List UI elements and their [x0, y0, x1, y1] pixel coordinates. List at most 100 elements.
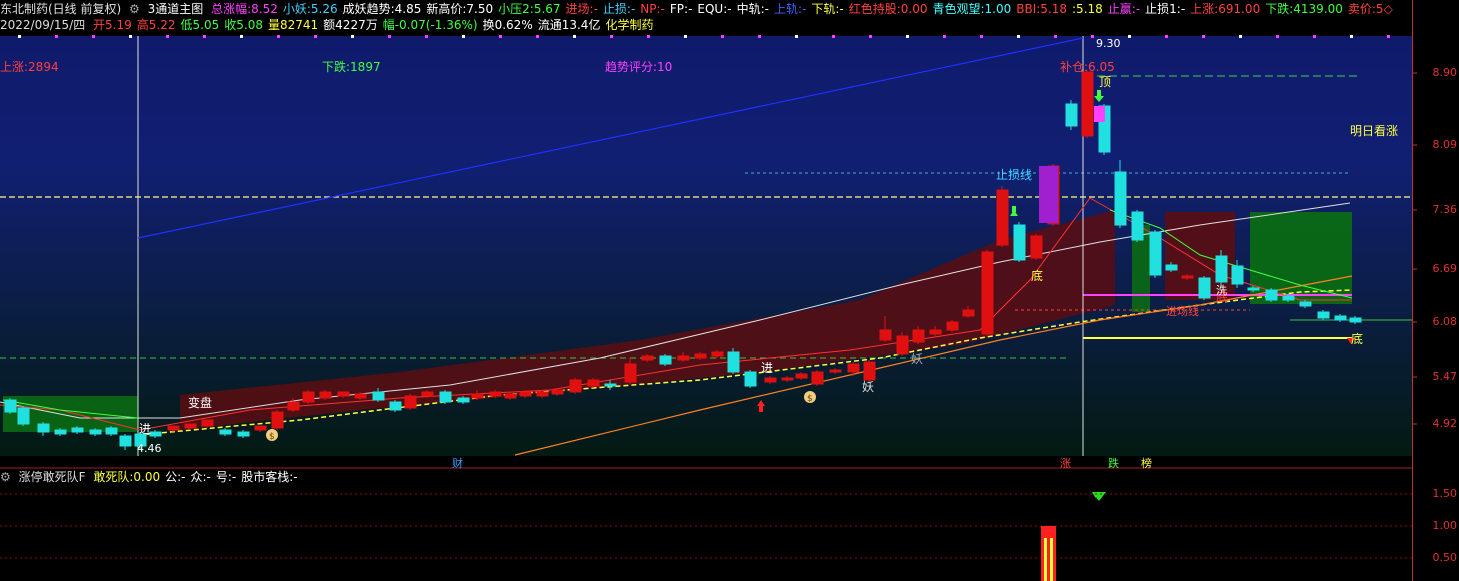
- candle-body: [694, 353, 707, 359]
- candle-body: [929, 329, 942, 335]
- highlight-bar: [1094, 106, 1105, 122]
- candle-body: [1334, 315, 1347, 321]
- candle-body: [879, 329, 892, 341]
- marker-dot: [832, 35, 835, 38]
- candle-body: [744, 371, 757, 387]
- bottom-label: 底: [1031, 269, 1044, 283]
- enter-label: 进: [139, 422, 152, 436]
- change-label: 变盘: [188, 396, 213, 410]
- candle-body: [1299, 301, 1312, 307]
- candle-body: [37, 423, 50, 433]
- candle-body: [604, 383, 617, 387]
- candle-body: [1114, 171, 1127, 226]
- candle-body: [1149, 231, 1162, 276]
- candle-body: [1181, 275, 1194, 279]
- marker-dot: [1387, 35, 1390, 38]
- candle-body: [1165, 264, 1178, 271]
- monster-label: 妖: [911, 352, 924, 366]
- marker-dot: [721, 35, 724, 38]
- candle-body: [302, 391, 315, 403]
- down-arrow-icon: [1012, 206, 1016, 212]
- marker-dot: [869, 35, 872, 38]
- marker-dot: [758, 35, 761, 38]
- marker-dot: [1091, 35, 1094, 38]
- marker-dot: [1017, 35, 1020, 38]
- candle-body: [1198, 277, 1211, 299]
- candle-body: [319, 391, 332, 399]
- enter-label: 进: [761, 361, 774, 375]
- marker-dot: [795, 35, 798, 38]
- marker-dot: [55, 35, 58, 38]
- down-arrow-icon: [1094, 96, 1104, 102]
- next-day-label: 明日看涨: [1350, 124, 1399, 138]
- marker-dot: [536, 35, 539, 38]
- candle-body: [587, 379, 600, 387]
- candle-body: [71, 427, 84, 433]
- candle-body: [457, 397, 470, 403]
- down-count-label: 下跌:1897: [322, 60, 381, 74]
- marker-dot: [573, 35, 576, 38]
- marker-dot: [240, 35, 243, 38]
- top-label: 顶: [1099, 75, 1112, 89]
- candle-body: [1247, 287, 1260, 291]
- candle-body: [677, 355, 690, 361]
- marker-dot: [943, 35, 946, 38]
- marker-dot: [351, 35, 354, 38]
- candle-body: [421, 391, 434, 397]
- candle-body: [89, 429, 102, 435]
- candle-body: [354, 393, 367, 399]
- candle-body: [1030, 235, 1043, 259]
- candle-body: [372, 391, 385, 401]
- money-bag-icon: $: [807, 394, 813, 404]
- stop-line-label: 止损线: [996, 168, 1033, 182]
- marker-dot: [388, 35, 391, 38]
- bottom-label: 底: [1351, 332, 1364, 346]
- candle-body: [504, 393, 517, 399]
- candle-body: [201, 419, 214, 427]
- marker-dot: [277, 35, 280, 38]
- candle-body: [105, 427, 118, 435]
- candle-body: [551, 389, 564, 395]
- candle-body: [184, 423, 197, 429]
- highlight-bar: [1039, 166, 1058, 223]
- candle-body: [727, 351, 740, 373]
- candle-body: [1065, 103, 1078, 127]
- date-mark-rise[interactable]: 涨: [1060, 455, 1071, 471]
- low-price-mark: 4.46: [137, 442, 162, 455]
- candle-body: [489, 391, 502, 397]
- candle-body: [641, 355, 654, 361]
- signal-bar: [1044, 538, 1047, 581]
- candle-body: [287, 401, 300, 411]
- date-mark-finance[interactable]: 财: [452, 455, 463, 471]
- candle-body: [829, 369, 842, 373]
- candle-body: [237, 431, 250, 437]
- candle-body: [1131, 211, 1144, 241]
- marker-dot: [18, 35, 21, 38]
- candle-body: [439, 391, 452, 403]
- marker-dot: [1313, 35, 1316, 38]
- candle-body: [981, 251, 994, 335]
- candle-body: [54, 429, 67, 435]
- candle-body: [1282, 295, 1295, 301]
- candle-body: [1215, 255, 1228, 283]
- candle-body: [912, 329, 925, 343]
- candle-body: [167, 425, 180, 431]
- candle-body: [795, 373, 808, 379]
- marker-dot: [1239, 35, 1242, 38]
- down-arrow-icon: [1092, 492, 1106, 501]
- marker-dot: [203, 35, 206, 38]
- candle-body: [764, 377, 777, 383]
- marker-dot: [1350, 35, 1353, 38]
- trend-score-label: 趋势评分:10: [605, 60, 673, 74]
- marker-dot: [92, 35, 95, 38]
- candle-body: [711, 351, 724, 357]
- date-mark-fall[interactable]: 跌: [1108, 455, 1119, 471]
- up-count-label: 上涨:2894: [0, 60, 59, 74]
- candle-body: [1265, 289, 1278, 301]
- date-mark-list[interactable]: 榜: [1141, 455, 1152, 471]
- candle-body: [271, 411, 284, 429]
- entry-line-label: 进场线: [1166, 305, 1199, 318]
- high-price-mark: 9.30: [1096, 37, 1121, 50]
- marker-dot: [1054, 35, 1057, 38]
- marker-dot: [1202, 35, 1205, 38]
